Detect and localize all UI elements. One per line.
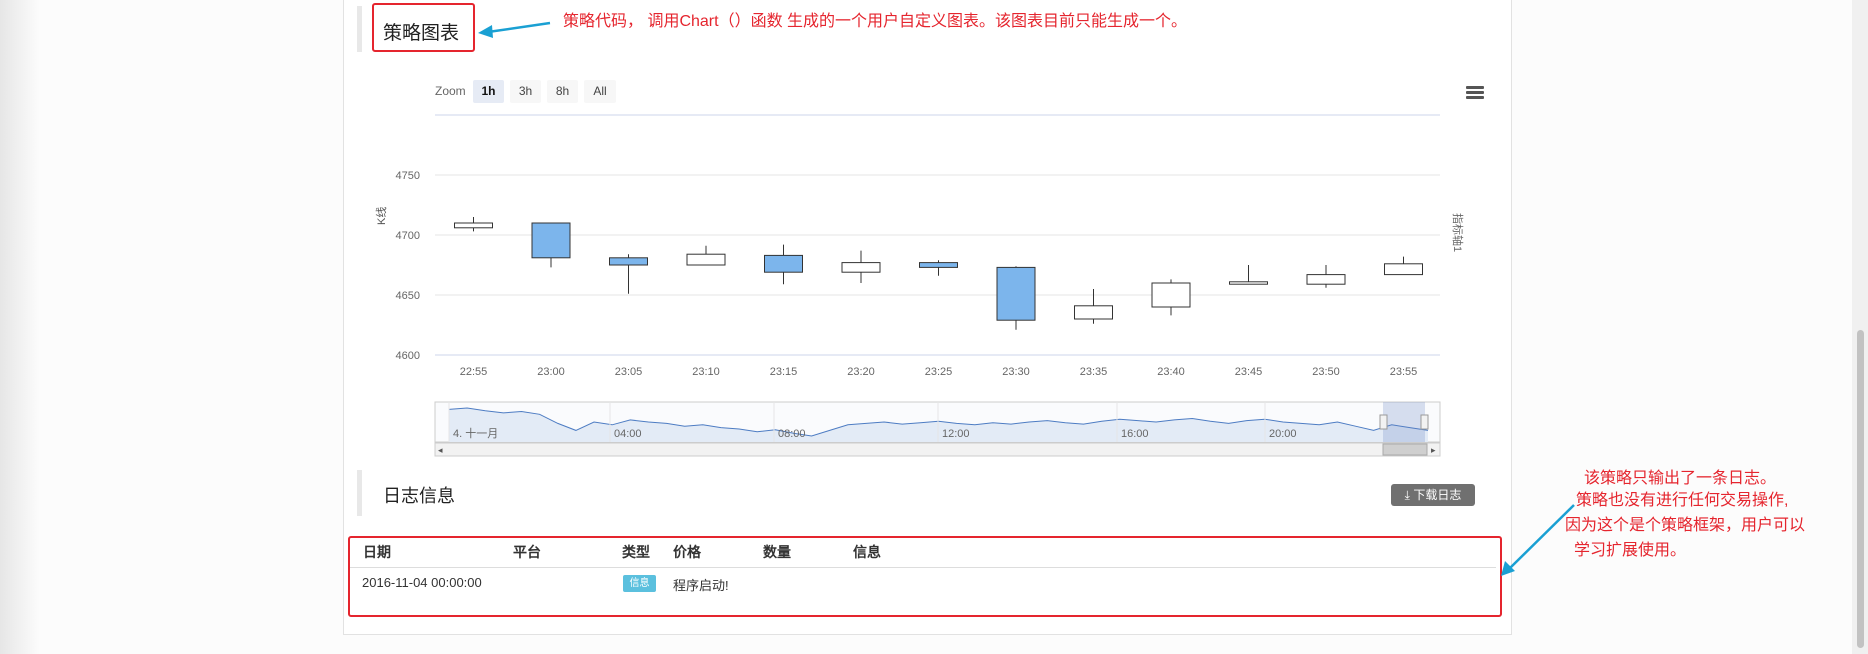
candle-body [1384, 263, 1423, 276]
navigator-label: 12:00 [942, 428, 970, 440]
candle-body [1306, 274, 1346, 285]
column-type: 类型 [622, 544, 650, 560]
column-amount: 数量 [763, 544, 791, 560]
y-axis-label: K线 [376, 206, 388, 225]
x-tick-label: 22:55 [460, 366, 488, 378]
y-tick-label: 4600 [396, 350, 420, 362]
candle-body [531, 222, 571, 259]
x-tick-label: 23:40 [1157, 366, 1185, 378]
x-tick-label: 23:50 [1312, 366, 1340, 378]
log-annotation-line-3: 因为这个是个策略框架，用户可以 [1565, 517, 1806, 534]
candle-body [1074, 305, 1113, 320]
navigator-scrollbar [434, 442, 1441, 457]
candle-body [454, 222, 493, 229]
navigator-label: 16:00 [1121, 428, 1149, 440]
candle-body [1229, 281, 1268, 285]
candle-body [1151, 282, 1191, 308]
candle-body [609, 257, 648, 266]
secondary-axis-label: 指标轴1 [1451, 213, 1463, 253]
log-section-marker [357, 470, 362, 516]
column-price: 价格 [673, 544, 701, 560]
navigator-scrollbar-thumb [1382, 443, 1428, 456]
navigator-label: 04:00 [614, 428, 642, 440]
y-tick-label: 4750 [396, 170, 420, 182]
download-log-label: 下载日志 [1413, 488, 1462, 502]
x-tick-label: 23:15 [770, 366, 798, 378]
x-tick-label: 23:10 [692, 366, 720, 378]
navigator-scroll-right-icon: ▸ [1431, 445, 1436, 455]
column-date: 日期 [363, 544, 391, 560]
column-message: 信息 [853, 544, 881, 560]
log-row-type-badge: 信息 [623, 575, 656, 592]
navigator-selection [1383, 402, 1425, 442]
candle-body [686, 253, 726, 266]
x-tick-label: 23:20 [847, 366, 875, 378]
log-annotation-line-4: 学习扩展使用。 [1574, 542, 1687, 559]
candle-body [919, 262, 958, 268]
log-annotation-line-2: 策略也没有进行任何交易操作, [1576, 492, 1789, 509]
candle-body [996, 266, 1036, 321]
navigator-left-handle [1379, 414, 1388, 430]
log-row-message: 程序启动! [673, 578, 729, 593]
navigator-label: 20:00 [1269, 428, 1297, 440]
candle-body [764, 254, 803, 273]
y-tick-label: 4700 [396, 230, 420, 242]
y-tick-label: 4650 [396, 290, 420, 302]
column-platform: 平台 [513, 544, 541, 560]
navigator-label: 4. 十一月 [453, 426, 498, 440]
table-header-divider [350, 567, 1496, 568]
x-tick-label: 23:35 [1080, 366, 1108, 378]
candle-body [841, 262, 881, 273]
download-log-button[interactable]: ⤓ 下载日志 [1391, 484, 1475, 506]
navigator-scroll-left-icon: ◂ [438, 445, 443, 455]
x-tick-label: 23:05 [615, 366, 643, 378]
x-tick-label: 23:30 [1002, 366, 1030, 378]
x-tick-label: 23:25 [925, 366, 953, 378]
log-row-date: 2016-11-04 00:00:00 [362, 575, 482, 590]
navigator-right-handle [1420, 414, 1429, 430]
x-tick-label: 23:45 [1235, 366, 1263, 378]
x-tick-label: 23:55 [1390, 366, 1418, 378]
x-tick-label: 23:00 [537, 366, 565, 378]
log-section-title: 日志信息 [383, 486, 455, 506]
download-icon: ⤓ [1404, 488, 1410, 502]
navigator-label: 08:00 [778, 428, 806, 440]
